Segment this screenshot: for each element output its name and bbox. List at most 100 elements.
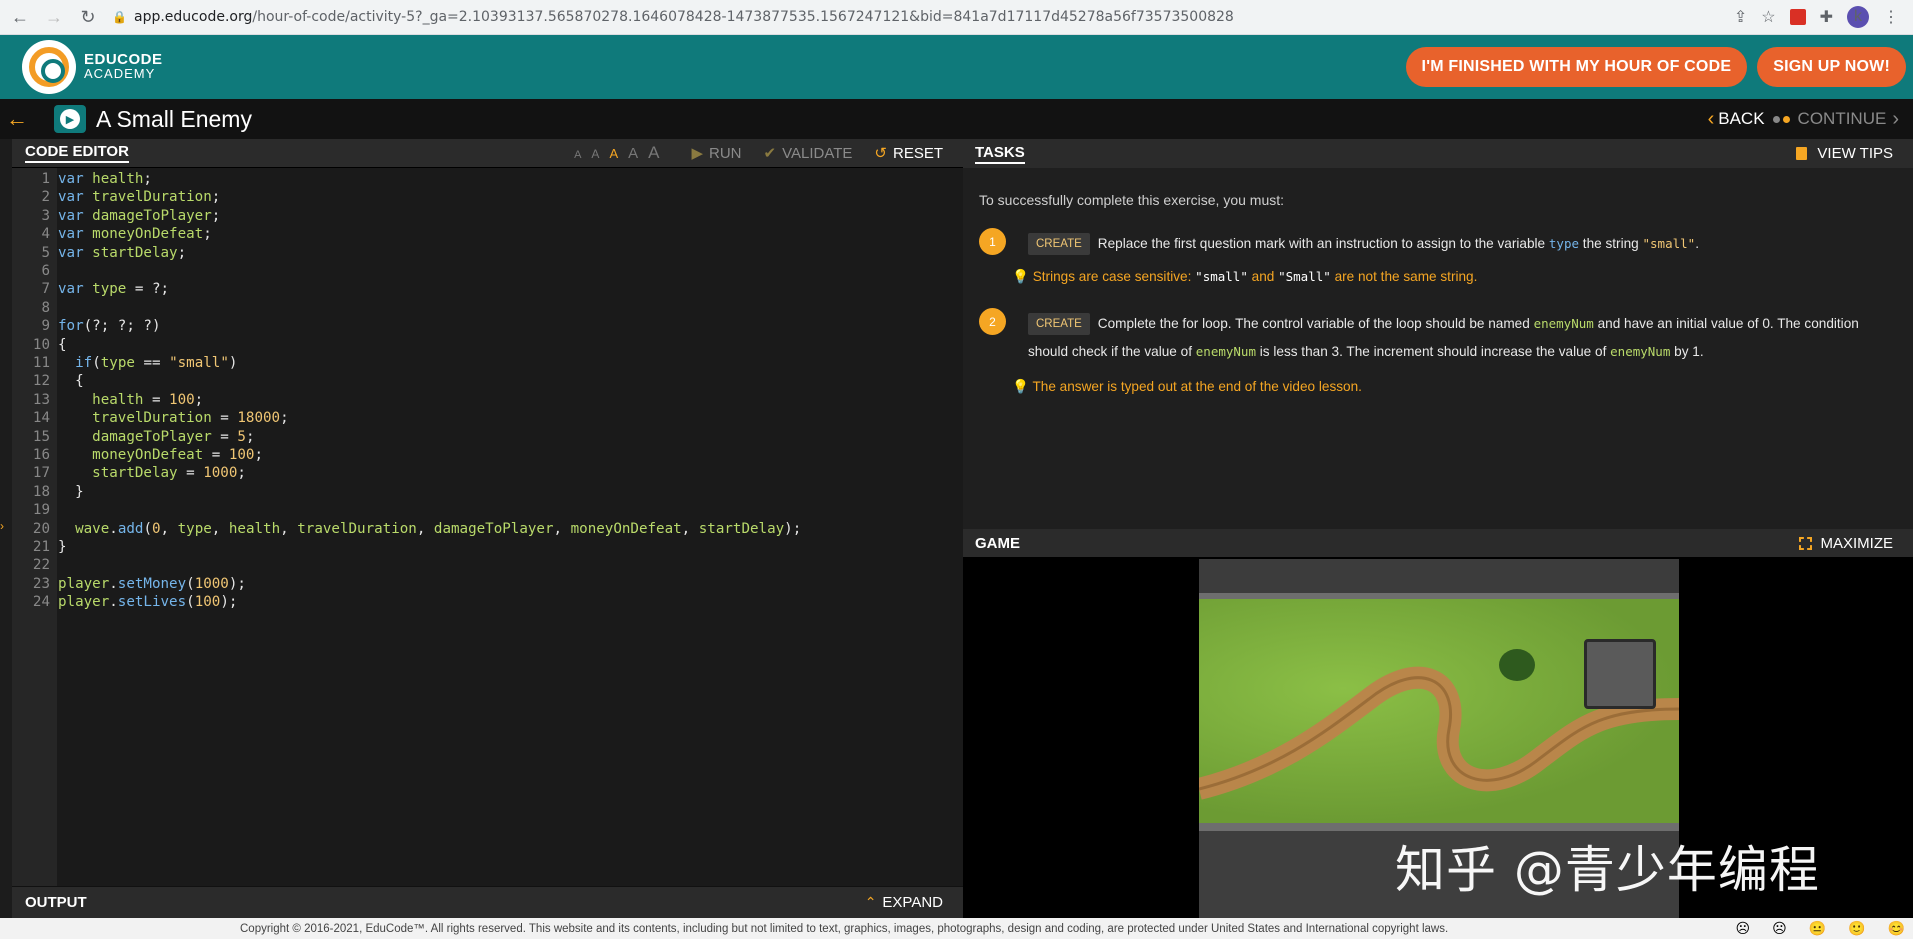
validate-button[interactable]: ✔ VALIDATE xyxy=(763,144,853,163)
code-area[interactable]: 1 var health; 2 var travelDuration; 3 var dam… xyxy=(12,168,963,886)
code-text: var startDelay; xyxy=(58,244,187,261)
code-text: { xyxy=(58,336,67,353)
browser-menu-icon[interactable]: ⋮ xyxy=(1883,7,1899,27)
maximize-label: MAXIMIZE xyxy=(1820,534,1893,552)
code-text: health = 100; xyxy=(92,391,204,408)
extensions-icon[interactable]: ✚ xyxy=(1820,7,1833,27)
bookmark-star-icon[interactable]: ☆ xyxy=(1761,7,1775,27)
left-collapse-strip[interactable]: › xyxy=(0,139,12,918)
game-title: GAME xyxy=(975,534,1020,552)
font-size-option[interactable]: A xyxy=(628,145,638,162)
lesson-back-arrow-icon[interactable]: ← xyxy=(6,106,30,132)
code-text: { xyxy=(58,373,84,390)
expand-label: EXPAND xyxy=(882,894,943,911)
video-play-icon[interactable]: ▶ xyxy=(54,105,86,133)
feedback-face-icon[interactable]: ☹ xyxy=(1772,920,1787,937)
task-tip: 💡 The answer is typed out at the end of … xyxy=(1012,379,1362,395)
maximize-icon xyxy=(1799,536,1813,550)
enemy-base-tower xyxy=(1584,639,1656,709)
font-size-option[interactable]: A xyxy=(574,149,581,161)
code-text: var moneyOnDefeat; xyxy=(58,226,212,243)
page-footer: Copyright © 2016-2021, EduCode™. All rig… xyxy=(0,918,1913,939)
font-size-option-selected[interactable]: A xyxy=(609,146,618,161)
task-text: is less than 3. The increment should inc… xyxy=(1259,344,1607,359)
line-number: 24 xyxy=(32,594,50,611)
code-snippet: "small" xyxy=(1195,269,1248,284)
feedback-face-icon[interactable]: 😊 xyxy=(1888,920,1905,937)
font-size-option[interactable]: A xyxy=(591,147,599,161)
code-text: moneyOnDefeat = 100; xyxy=(92,447,264,463)
share-icon[interactable]: ⇪ xyxy=(1734,7,1747,27)
view-tips-button[interactable]: VIEW TIPS xyxy=(1796,145,1893,162)
code-snippet: enemyNum xyxy=(1533,316,1594,331)
tip-text: and xyxy=(1251,269,1275,284)
forward-arrow-icon[interactable]: → xyxy=(40,3,68,31)
code-snippet: "small" xyxy=(1642,236,1696,251)
play-icon: ▶ xyxy=(691,145,704,162)
feedback-face-icon[interactable]: ☹ xyxy=(1735,920,1750,937)
reload-icon[interactable]: ↻ xyxy=(74,3,102,31)
profile-avatar[interactable]: k xyxy=(1847,6,1869,28)
reset-icon: ↺ xyxy=(874,145,887,162)
code-text: player.setLives(100); xyxy=(58,594,238,611)
code-text: damageToPlayer = 5; xyxy=(92,428,255,445)
feedback-face-icon[interactable]: 😐 xyxy=(1809,920,1826,937)
task-text: . xyxy=(1695,236,1699,251)
continue-button[interactable]: CONTINUE xyxy=(1798,109,1887,129)
reset-button[interactable]: ↺ RESET xyxy=(874,144,943,163)
lesson-bar: ← ▶ A Small Enemy ‹ BACK CONTINUE › xyxy=(0,99,1913,139)
educode-logo[interactable] xyxy=(22,40,76,94)
finished-hour-of-code-button[interactable]: I'M FINISHED WITH MY HOUR OF CODE xyxy=(1405,47,1748,87)
run-label: RUN xyxy=(709,144,742,162)
code-text: var damageToPlayer; xyxy=(58,207,221,224)
tasks-intro: To successfully complete this exercise, … xyxy=(979,192,1285,208)
code-text: if(type == "small") xyxy=(75,355,238,371)
maximize-button[interactable]: MAXIMIZE xyxy=(1799,535,1893,552)
copyright-text: Copyright © 2016-2021, EduCode™. All rig… xyxy=(240,922,1449,935)
code-snippet: enemyNum xyxy=(1195,344,1256,359)
expand-button[interactable]: ⌃ EXPAND xyxy=(865,894,943,911)
view-tips-label: VIEW TIPS xyxy=(1817,145,1893,162)
code-line[interactable]: 24 player.setLives(100); xyxy=(12,591,963,614)
tip-text: are not the same string. xyxy=(1334,269,1478,284)
code-text: var travelDuration; xyxy=(58,189,221,206)
logo-line-1: EDUCODE xyxy=(84,51,163,68)
feedback-face-icon[interactable]: 🙂 xyxy=(1848,920,1865,937)
code-editor-title: CODE EDITOR xyxy=(25,143,129,163)
chevron-right-icon: › xyxy=(1892,107,1899,130)
code-text: for(?; ?; ?) xyxy=(58,318,161,335)
back-arrow-icon[interactable]: ← xyxy=(6,3,34,31)
tasks-panel: TASKS VIEW TIPS To successfully complete… xyxy=(963,139,1913,529)
code-text: } xyxy=(58,539,67,555)
address-bar[interactable]: 🔒 app.educode.org/hour-of-code/activity-… xyxy=(112,3,1734,31)
code-text: player.setMoney(1000); xyxy=(58,575,246,592)
font-size-selector: A A A A A xyxy=(574,143,659,163)
pdf-extension-icon[interactable] xyxy=(1789,9,1806,25)
url-host: app.educode.org xyxy=(134,9,253,25)
task-number: 2 xyxy=(979,308,1006,335)
code-text: } xyxy=(58,483,84,500)
create-badge: CREATE xyxy=(1028,313,1090,335)
url-path: /hour-of-code/activity-5?_ga=2.10393137.… xyxy=(252,9,1234,25)
code-text: travelDuration = 18000; xyxy=(92,410,289,427)
checkmark-icon: ✔ xyxy=(763,145,777,162)
progress-dots xyxy=(1772,115,1790,123)
watermark-text: 知乎 @青少年编程 xyxy=(1395,841,1820,899)
task-number: 1 xyxy=(979,228,1006,255)
app-header: EDUCODE ACADEMY I'M FINISHED WITH MY HOU… xyxy=(0,35,1913,99)
run-button[interactable]: ▶ RUN xyxy=(691,144,742,163)
task-text: Replace the first question mark with an … xyxy=(1097,236,1546,251)
code-text: startDelay = 1000; xyxy=(92,465,246,482)
task-text: the string xyxy=(1582,236,1639,251)
browser-toolbar: ← → ↻ 🔒 app.educode.org/hour-of-code/act… xyxy=(0,0,1913,35)
expand-chevron-icon[interactable]: › xyxy=(0,519,4,533)
sign-up-button[interactable]: SIGN UP NOW! xyxy=(1757,47,1906,87)
code-snippet: "Small" xyxy=(1278,269,1331,284)
task-text: Complete the for loop. The control varia… xyxy=(1097,316,1530,331)
validate-label: VALIDATE xyxy=(782,144,853,162)
task-description: CREATE Complete the for loop. The control… xyxy=(1028,310,1898,366)
reset-label: RESET xyxy=(892,144,943,162)
back-button[interactable]: BACK xyxy=(1718,109,1764,129)
font-size-option[interactable]: A xyxy=(648,143,659,163)
book-icon xyxy=(1796,147,1808,160)
